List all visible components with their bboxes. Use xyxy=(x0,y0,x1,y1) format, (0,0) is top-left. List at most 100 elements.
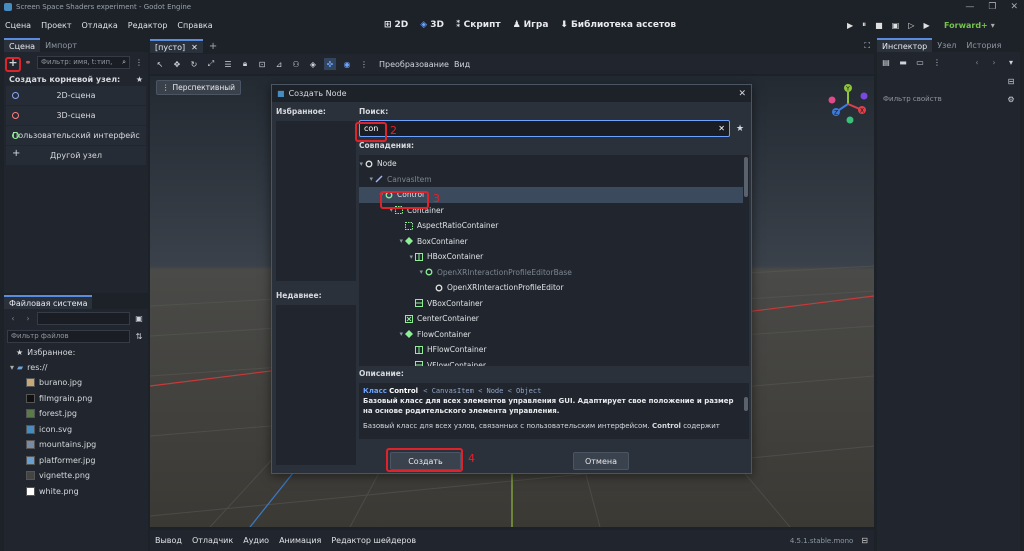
fs-root[interactable]: ▾ ▰ res:// xyxy=(4,360,148,375)
save-resource-icon[interactable]: ▭ xyxy=(914,56,926,68)
load-resource-icon[interactable]: ▬ xyxy=(897,56,909,68)
fs-file-item[interactable]: white.png xyxy=(4,484,148,500)
class-tree-item[interactable]: ▾ CanvasItem xyxy=(359,172,749,188)
add-tab-icon[interactable]: + xyxy=(209,41,217,52)
pause-icon[interactable]: ⏸ xyxy=(862,20,866,30)
bottom-animation[interactable]: Анимация xyxy=(274,536,326,545)
chevron-down-icon[interactable]: ▾ xyxy=(359,330,405,338)
view-gizmo[interactable]: Y X Z xyxy=(826,82,870,126)
root-option-2[interactable]: Пользовательский интерфейс xyxy=(6,126,146,145)
local-space-icon[interactable]: ✜ xyxy=(324,58,336,70)
bottom-audio[interactable]: Аудио xyxy=(238,536,274,545)
tab-filesystem[interactable]: Файловая система xyxy=(4,295,93,309)
fs-favorites[interactable]: ★ Избранное: xyxy=(4,345,148,360)
select-tool-icon[interactable]: ↖ xyxy=(154,58,166,70)
bottom-shader-editor[interactable]: Редактор шейдеров xyxy=(326,536,421,545)
chevron-down-icon[interactable]: ▾ xyxy=(359,175,375,183)
maximize-icon[interactable]: ❐ xyxy=(988,2,996,12)
favorite-star-icon[interactable]: ★ xyxy=(736,124,744,134)
class-tree-item[interactable]: ▾ HBoxContainer xyxy=(359,249,749,265)
camera-icon[interactable]: ◈ xyxy=(307,58,319,70)
fs-path-input[interactable] xyxy=(37,311,130,325)
create-button[interactable]: Создать xyxy=(390,452,461,470)
chevron-down-icon[interactable]: ▾ xyxy=(359,206,395,214)
tab-node[interactable]: Узел xyxy=(932,38,961,52)
class-tree-item[interactable]: HFlowContainer xyxy=(359,342,749,358)
move-tool-icon[interactable]: ✥ xyxy=(171,58,183,70)
history-icon[interactable]: ▾ xyxy=(1005,56,1017,68)
tab-empty-scene[interactable]: [пусто] ✕ xyxy=(150,39,203,53)
class-tree-item[interactable]: ▾ Node xyxy=(359,156,749,172)
workspace-script[interactable]: ⁑ Скрипт xyxy=(456,20,501,30)
property-filter-input[interactable]: Фильтр свойств xyxy=(880,93,1002,106)
bottom-output[interactable]: Вывод xyxy=(150,536,187,545)
chevron-down-icon[interactable]: ▾ xyxy=(359,237,405,245)
group-icon[interactable]: ⊡ xyxy=(256,58,268,70)
root-option-1[interactable]: 3D-сцена xyxy=(6,106,146,125)
rotate-tool-icon[interactable]: ↻ xyxy=(188,58,200,70)
fs-filter-input[interactable]: Фильтр файлов xyxy=(7,329,130,343)
scene-filter-input[interactable]: Фильтр: имя, t:тип, ⌕ xyxy=(37,55,130,69)
recent-list[interactable] xyxy=(276,305,356,465)
menu-dots-icon[interactable]: ⋮ xyxy=(133,56,145,68)
menu-editor[interactable]: Редактор xyxy=(123,21,173,30)
root-option-0[interactable]: 2D-сцена xyxy=(6,86,146,105)
sort-icon[interactable]: ⇅ xyxy=(133,330,145,342)
root-option-3[interactable]: + Другой узел xyxy=(6,146,146,165)
snap-icon[interactable]: ◉ xyxy=(341,58,353,70)
distraction-free-icon[interactable]: ⛶ xyxy=(864,41,870,51)
menu-dots-icon[interactable]: ⋮ xyxy=(358,58,370,70)
bottom-debugger[interactable]: Отладчик xyxy=(187,536,238,545)
new-resource-icon[interactable]: ▤ xyxy=(880,56,892,68)
menu-scene[interactable]: Сцена xyxy=(0,21,36,30)
class-tree-item[interactable]: ▾ BoxContainer xyxy=(359,234,749,250)
description-scrollbar[interactable] xyxy=(744,397,748,411)
scale-tool-icon[interactable]: ⤢ xyxy=(205,58,217,70)
bone-icon[interactable]: ⚇ xyxy=(290,58,302,70)
clear-search-icon[interactable]: ✕ xyxy=(718,124,725,133)
resource-menu-icon[interactable]: ⋮ xyxy=(931,56,943,68)
stop-icon[interactable]: ■ xyxy=(875,21,883,30)
view-menu[interactable]: Вид xyxy=(454,60,470,69)
list-select-icon[interactable]: ☰ xyxy=(222,58,234,70)
link-icon[interactable]: ⚭ xyxy=(22,56,34,68)
fs-file-item[interactable]: forest.jpg xyxy=(4,406,148,422)
close-tab-icon[interactable]: ✕ xyxy=(191,43,198,52)
ruler-icon[interactable]: ⊿ xyxy=(273,58,285,70)
fs-file-item[interactable]: mountains.jpg xyxy=(4,437,148,453)
class-tree-item[interactable]: ▾ FlowContainer xyxy=(359,327,749,343)
minimize-icon[interactable]: — xyxy=(965,2,974,12)
forward-icon[interactable]: › xyxy=(22,312,34,324)
workspace-2d[interactable]: ⊞ 2D xyxy=(384,20,408,30)
class-tree-item[interactable]: OpenXRInteractionProfileEditor xyxy=(359,280,749,296)
close-window-icon[interactable]: ✕ xyxy=(1010,2,1018,12)
cancel-button[interactable]: Отмена xyxy=(573,452,629,470)
fs-file-item[interactable]: platformer.jpg xyxy=(4,453,148,469)
menu-debug[interactable]: Отладка xyxy=(77,21,123,30)
tab-scene[interactable]: Сцена xyxy=(4,38,41,52)
tree-scrollbar[interactable] xyxy=(744,157,748,197)
transform-menu[interactable]: Преобразование xyxy=(379,60,449,69)
back-icon[interactable]: ‹ xyxy=(7,312,19,324)
fs-file-item[interactable]: burano.jpg xyxy=(4,375,148,391)
fs-file-item[interactable]: vignette.png xyxy=(4,468,148,484)
chevron-down-icon[interactable]: ▾ xyxy=(359,191,385,199)
movie-icon[interactable]: ▣ xyxy=(892,21,900,30)
workspace-3d[interactable]: ◈ 3D xyxy=(420,20,444,30)
menu-project[interactable]: Проект xyxy=(36,21,76,30)
back-icon[interactable]: ‹ xyxy=(971,56,983,68)
class-tree-item[interactable]: VFlowContainer xyxy=(359,358,749,366)
play-current-icon[interactable]: ▷ xyxy=(908,21,914,30)
perspective-button[interactable]: ⋮ Перспективный xyxy=(156,80,242,95)
fs-file-item[interactable]: filmgrain.png xyxy=(4,391,148,407)
layout-icon[interactable]: ⊟ xyxy=(861,536,868,545)
class-tree-item[interactable]: ▾ Container xyxy=(359,203,749,219)
play-icon[interactable]: ▶ xyxy=(847,21,853,30)
object-menu-icon[interactable]: ⊟ xyxy=(1005,75,1017,87)
class-tree-item[interactable]: AspectRatioContainer xyxy=(359,218,749,234)
workspace-game[interactable]: ♟ Игра xyxy=(513,20,549,30)
chevron-down-icon[interactable]: ▾ xyxy=(359,268,425,276)
menu-help[interactable]: Справка xyxy=(172,21,217,30)
play-custom-icon[interactable]: ▶ xyxy=(923,21,929,30)
class-tree-item[interactable]: ▾ Control xyxy=(359,187,743,203)
